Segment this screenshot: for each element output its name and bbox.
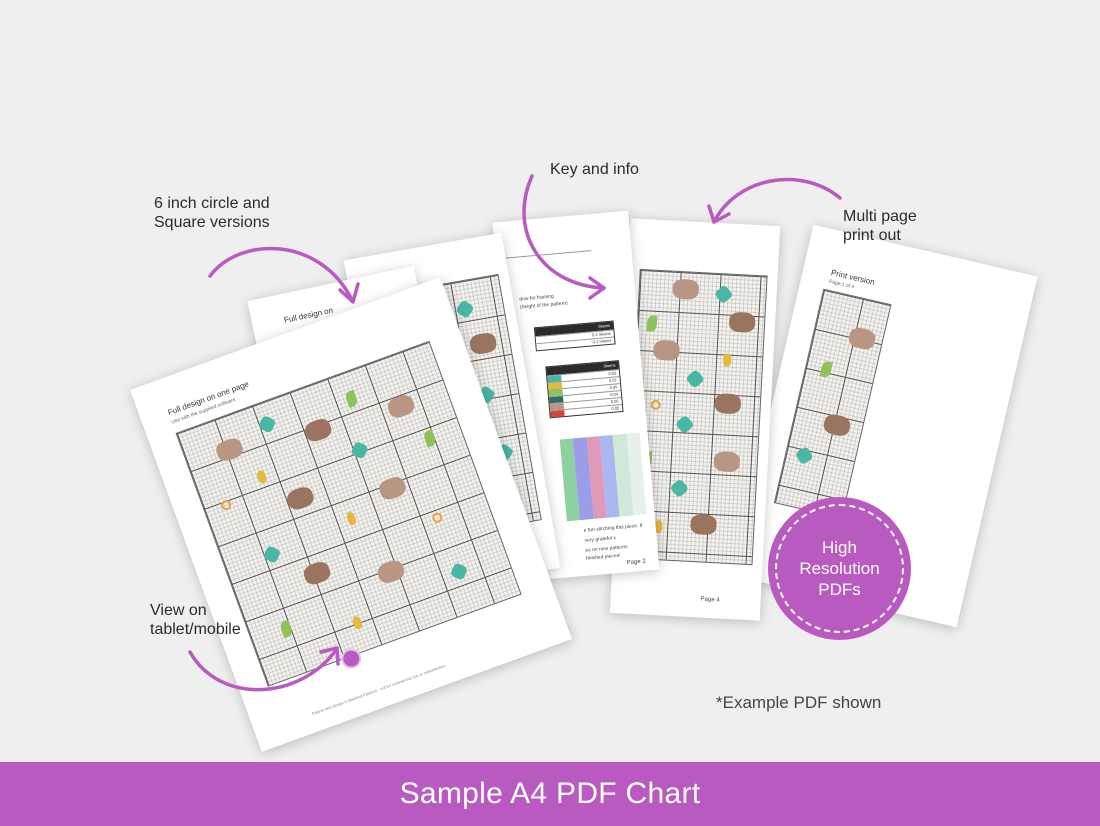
capybara-motif (653, 339, 681, 362)
high-resolution-badge: High Resolution PDFs (768, 497, 911, 640)
product-image: Print version Page 1 of 4 Page 4 dow for… (0, 0, 1100, 826)
thanks-text: e fun stitching this piece. If (583, 522, 643, 534)
thread-key-table: Skeins 0.03 0.07 0.05 0.04 0.06 0.05 (545, 360, 624, 419)
example-note: *Example PDF shown (716, 693, 882, 712)
arrow-multi-page (712, 177, 842, 224)
thanks-text: very grateful x (584, 535, 617, 544)
stitch-strip-preview (559, 432, 647, 522)
thanks-text: es on new patterns (585, 544, 628, 554)
badge-dashed-ring (775, 504, 904, 633)
print-version-grid (773, 288, 892, 519)
capybara-motif (690, 513, 718, 536)
copyright-footnote: Pattern and design © Stitched Patterns -… (310, 663, 447, 717)
capybara-motif (713, 451, 741, 473)
callout-multi-page: Multi page print out (843, 208, 917, 244)
callout-circle-square: 6 inch circle and Square versions (154, 195, 270, 231)
banner-title: Sample A4 PDF Chart (399, 777, 701, 810)
fabric-key-table: Skeins 0.2 Skeins 0.1 Skeins (533, 320, 616, 352)
page-number: Page 2 (626, 558, 646, 567)
bottom-banner: Sample A4 PDF Chart (0, 762, 1100, 826)
thanks-text: finished pieces! (585, 552, 621, 562)
page-number: Page 4 (700, 596, 720, 604)
callout-key-info: Key and info (550, 161, 639, 178)
header-rule (501, 250, 592, 259)
pineapple-motif (722, 353, 732, 367)
capybara-motif (714, 393, 742, 415)
capybara-motif (728, 311, 756, 334)
callout-tablet: View on tablet/mobile (150, 602, 241, 638)
capybara-motif (672, 278, 700, 301)
